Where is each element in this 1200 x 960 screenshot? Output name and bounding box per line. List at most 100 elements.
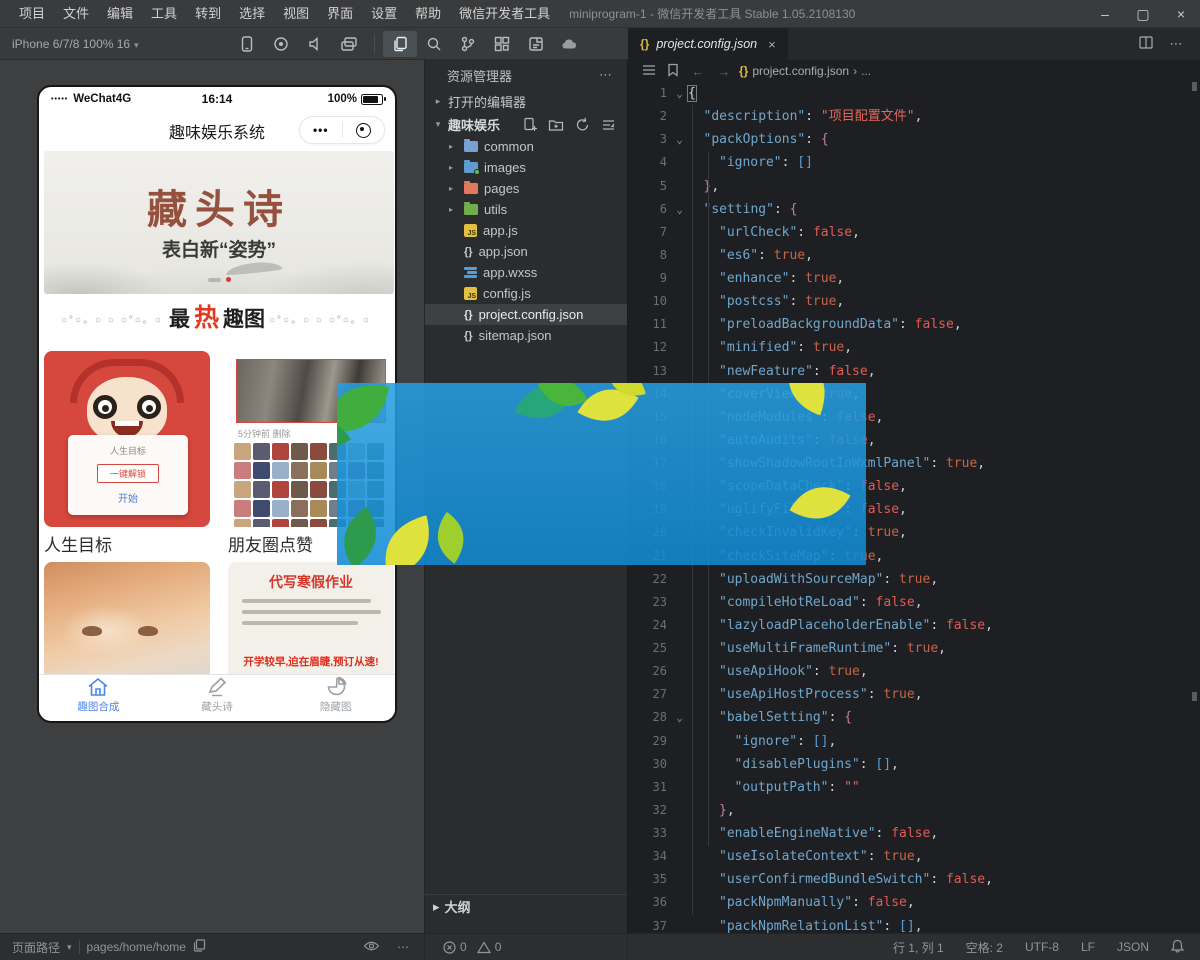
code-line[interactable]: 28⌄"babelSetting": {	[629, 706, 1200, 729]
menu-item[interactable]: 设置	[362, 0, 406, 28]
open-editors-section[interactable]: ▸ 打开的编辑器	[425, 90, 627, 113]
code-line[interactable]: 22"uploadWithSourceMap": true,	[629, 568, 1200, 591]
tab-acrostic-poem[interactable]: 藏头诗	[158, 675, 277, 714]
menu-item[interactable]: 项目	[10, 0, 54, 28]
banner-carousel[interactable]: 藏头诗 表白新“姿势”	[44, 151, 394, 294]
status-more-icon[interactable]: ⋯	[397, 940, 410, 954]
code-line[interactable]: 3⌄"packOptions": {	[629, 128, 1200, 151]
mute-icon[interactable]	[298, 31, 332, 57]
more-actions-icon[interactable]: ⋯	[1164, 36, 1188, 52]
explorer-more-icon[interactable]: ⋯	[599, 67, 613, 83]
list-icon[interactable]	[639, 64, 659, 79]
scrollbar-mark[interactable]	[1192, 692, 1197, 701]
code-line[interactable]: 29"ignore": [],	[629, 730, 1200, 753]
code-line[interactable]: 11"preloadBackgroundData": false,	[629, 313, 1200, 336]
project-root[interactable]: ▾ 趣味娱乐	[425, 113, 627, 136]
code-line[interactable]: 30"disablePlugins": [],	[629, 753, 1200, 776]
breadcrumb-more[interactable]: ...	[861, 64, 871, 78]
eol-setting[interactable]: LF	[1081, 940, 1095, 954]
code-line[interactable]: 24"lazyloadPlaceholderEnable": false,	[629, 614, 1200, 637]
menu-item[interactable]: 视图	[274, 0, 318, 28]
indentation-setting[interactable]: 空格: 2	[966, 939, 1003, 956]
code-line[interactable]: 8"es6": true,	[629, 244, 1200, 267]
tab-hidden-pic[interactable]: 隐藏图	[276, 675, 395, 714]
cursor-position[interactable]: 行 1, 列 1	[893, 939, 944, 956]
split-editor-icon[interactable]	[1134, 36, 1158, 52]
tree-item[interactable]: ▸images	[425, 157, 627, 178]
fold-icon[interactable]: ⌄	[671, 128, 688, 151]
multi-window-icon[interactable]	[332, 31, 366, 57]
code-line[interactable]: 1⌄{	[629, 82, 1200, 105]
code-line[interactable]: 25"useMultiFrameRuntime": true,	[629, 637, 1200, 660]
record-icon[interactable]	[264, 31, 298, 57]
code-line[interactable]: 4"ignore": []	[629, 151, 1200, 174]
error-count[interactable]: 0	[443, 940, 467, 954]
code-line[interactable]: 37"packNpmRelationList": [],	[629, 915, 1200, 934]
menu-item[interactable]: 选择	[230, 0, 274, 28]
git-branch-icon[interactable]	[451, 31, 485, 57]
copy-icon[interactable]	[193, 939, 206, 955]
code-line[interactable]: 26"useApiHook": true,	[629, 660, 1200, 683]
cloud-icon[interactable]	[553, 31, 587, 57]
page-path-label[interactable]: 页面路径	[12, 939, 60, 956]
code-line[interactable]: 5},	[629, 175, 1200, 198]
tree-item[interactable]: JSapp.js	[425, 220, 627, 241]
fold-icon[interactable]: ⌄	[671, 198, 688, 221]
tree-item[interactable]: {}project.config.json	[425, 304, 627, 325]
collapse-all-icon[interactable]	[597, 115, 619, 135]
tree-item[interactable]: app.wxss	[425, 262, 627, 283]
code-line[interactable]: 12"minified": true,	[629, 336, 1200, 359]
code-line[interactable]: 32},	[629, 799, 1200, 822]
scrollbar-mark[interactable]	[1192, 82, 1197, 91]
code-line[interactable]: 31"outputPath": ""	[629, 776, 1200, 799]
tree-item[interactable]: {}sitemap.json	[425, 325, 627, 346]
capsule-menu[interactable]: •••	[299, 116, 385, 144]
device-icon[interactable]	[230, 31, 264, 57]
encoding[interactable]: UTF-8	[1025, 940, 1059, 954]
code-line[interactable]: 6⌄"setting": {	[629, 198, 1200, 221]
files-icon[interactable]	[383, 31, 417, 57]
maximize-button[interactable]: ▢	[1124, 0, 1162, 28]
notes-icon[interactable]	[519, 31, 553, 57]
tab-funpic-compose[interactable]: 趣图合成	[39, 675, 158, 714]
fold-icon[interactable]: ⌄	[671, 706, 688, 729]
minimize-button[interactable]: –	[1086, 0, 1124, 28]
card-life-goal[interactable]: 人生目标 一键解锁 开始	[44, 351, 210, 527]
menu-item[interactable]: 帮助	[406, 0, 450, 28]
eye-icon[interactable]	[363, 940, 380, 955]
search-icon[interactable]	[417, 31, 451, 57]
capsule-exit-icon[interactable]	[343, 123, 385, 138]
code-line[interactable]: 23"compileHotReLoad": false,	[629, 591, 1200, 614]
outline-section[interactable]: ▸ 大纲	[425, 894, 627, 918]
refresh-icon[interactable]	[571, 115, 593, 135]
code-line[interactable]: 7"urlCheck": false,	[629, 221, 1200, 244]
bell-icon[interactable]	[1171, 939, 1184, 956]
tree-item[interactable]: JSconfig.js	[425, 283, 627, 304]
tree-item[interactable]: {}app.json	[425, 241, 627, 262]
code-line[interactable]: 34"useIsolateContext": true,	[629, 845, 1200, 868]
code-line[interactable]: 33"enableEngineNative": false,	[629, 822, 1200, 845]
menu-item[interactable]: 界面	[318, 0, 362, 28]
bookmark-icon[interactable]	[663, 63, 683, 80]
page-path-value[interactable]: pages/home/home	[87, 940, 186, 954]
menu-item[interactable]: 编辑	[98, 0, 142, 28]
tree-item[interactable]: ▸pages	[425, 178, 627, 199]
menu-item[interactable]: 工具	[142, 0, 186, 28]
close-button[interactable]: ×	[1162, 0, 1200, 28]
new-file-icon[interactable]	[519, 115, 541, 135]
unlock-button[interactable]: 一键解锁	[97, 464, 159, 483]
new-folder-icon[interactable]	[545, 115, 567, 135]
code-line[interactable]: 10"postcss": true,	[629, 290, 1200, 313]
menu-item[interactable]: 转到	[186, 0, 230, 28]
forward-icon[interactable]: →	[713, 64, 735, 79]
language-mode[interactable]: JSON	[1117, 940, 1149, 954]
tree-item[interactable]: ▸utils	[425, 199, 627, 220]
menu-item[interactable]: 微信开发者工具	[450, 0, 559, 28]
device-selector[interactable]: iPhone 6/7/8 100% 16▾	[0, 37, 230, 51]
code-line[interactable]: 35"userConfirmedBundleSwitch": false,	[629, 868, 1200, 891]
capsule-more-icon[interactable]: •••	[300, 123, 342, 137]
tree-item[interactable]: ▸common	[425, 136, 627, 157]
code-line[interactable]: 2"description": "项目配置文件",	[629, 105, 1200, 128]
warning-count[interactable]: 0	[477, 940, 502, 954]
code-line[interactable]: 36"packNpmManually": false,	[629, 891, 1200, 914]
